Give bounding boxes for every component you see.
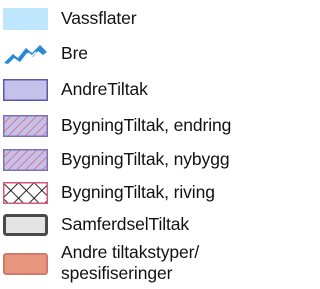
legend-label: BygningTiltak, riving [61,182,215,202]
legend-item-bre: Bre [0,39,252,69]
legend-item-andre-tiltakstyper: Andre tiltakstyper/ spesifiseringer [0,242,252,289]
bygningtiltak-endring-hatch [3,115,48,137]
andre-tiltakstyper-swatch [3,253,48,275]
legend-label-line1: Andre tiltakstyper/ [61,242,200,262]
legend-label-line2: spesifiseringer [61,263,173,283]
legend-item-bygningtiltak-endring: BygningTiltak, endring [0,111,252,141]
legend-label: Bre [61,43,88,63]
bygningtiltak-nybygg-hatch [3,149,48,171]
andretiltak-swatch [3,79,48,101]
samferdseltiltak-swatch [3,214,48,236]
legend-label: BygningTiltak, nybygg [61,149,230,169]
legend-label: Vassflater [61,8,137,28]
legend-item-samferdseltiltak: SamferdselTiltak [0,210,252,240]
map-legend: Vassflater Bre AndreTiltak BygningTiltak… [0,0,252,289]
vassflater-swatch [3,8,48,30]
legend-label: BygningTiltak, endring [61,115,232,135]
bre-glacier-icon [3,43,48,65]
legend-label: SamferdselTiltak [61,214,190,234]
legend-item-bygningtiltak-riving: BygningTiltak, riving [0,178,252,208]
legend-item-bygningtiltak-nybygg: BygningTiltak, nybygg [0,145,252,175]
legend-label: AndreTiltak [61,79,148,99]
legend-item-andretiltak: AndreTiltak [0,75,252,105]
legend-item-vassflater: Vassflater [0,4,252,34]
bygningtiltak-riving-crosshatch [3,182,48,204]
